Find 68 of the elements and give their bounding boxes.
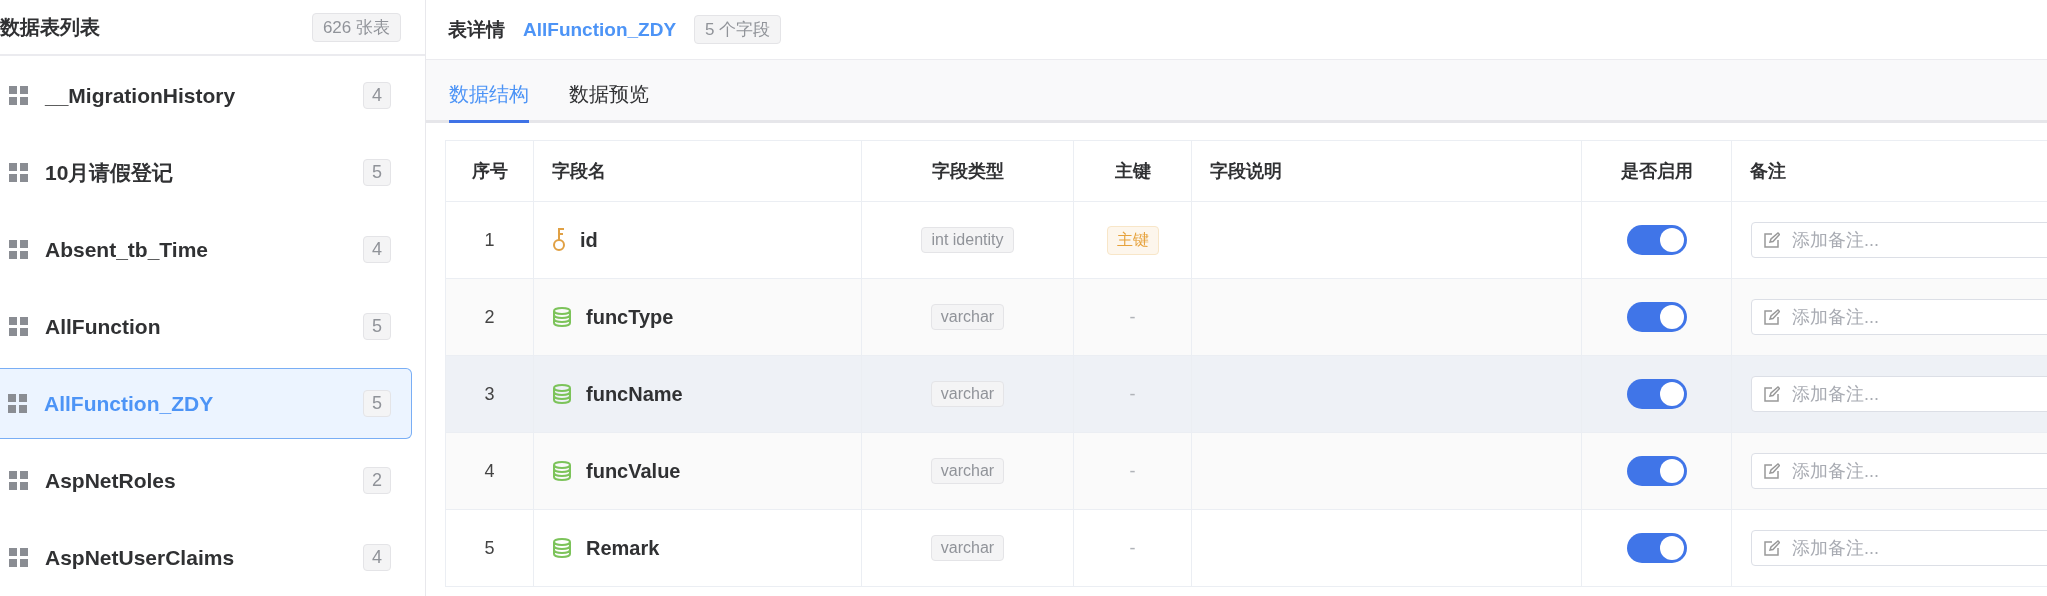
- type-tag: varchar: [930, 458, 1005, 484]
- toggle-switch[interactable]: [1626, 225, 1687, 255]
- column-header: 字段类型: [861, 140, 1074, 202]
- type-tag: varchar: [930, 304, 1005, 330]
- field-count: 4: [363, 544, 391, 571]
- database-icon: [552, 461, 572, 481]
- field-count: 4: [363, 82, 391, 109]
- table-cell: 1: [445, 201, 534, 279]
- field-count: 4: [363, 236, 391, 263]
- panel-title: 数据表列表: [0, 14, 100, 40]
- tab[interactable]: 数据预览: [569, 81, 649, 123]
- grid-icon: [9, 471, 28, 490]
- remark-field[interactable]: 添加备注...: [1751, 299, 2047, 335]
- table-list-item[interactable]: AllFunction 5: [0, 291, 412, 362]
- field-name: Remark: [586, 536, 660, 560]
- database-icon: [552, 538, 572, 558]
- field-name: funcName: [586, 382, 683, 406]
- toggle-switch[interactable]: [1626, 379, 1687, 409]
- table-cell: 3: [445, 355, 534, 433]
- table-list-item[interactable]: AspNetUserClaims 4: [0, 522, 412, 593]
- database-icon: [552, 384, 572, 404]
- database-icon: [552, 307, 572, 327]
- remark-field[interactable]: 添加备注...: [1751, 222, 2047, 258]
- column-header: 字段名: [533, 140, 862, 202]
- grid-icon: [8, 394, 27, 413]
- column-header: 备注: [1731, 140, 2047, 202]
- table-list-item[interactable]: Absent_tb_Time 4: [0, 214, 412, 285]
- field-name: id: [580, 228, 598, 252]
- grid-icon: [9, 86, 28, 105]
- remark-field[interactable]: 添加备注...: [1751, 453, 2047, 489]
- column-header: 主键: [1073, 140, 1192, 202]
- type-tag: varchar: [930, 535, 1005, 561]
- field-count: 5: [363, 313, 391, 340]
- column-header: 字段说明: [1191, 140, 1582, 202]
- remark-field[interactable]: 添加备注...: [1751, 530, 2047, 566]
- table-cell: -: [1129, 383, 1136, 404]
- field-count: 5: [363, 159, 391, 186]
- table-cell: 4: [445, 432, 534, 510]
- table-cell: -: [1129, 460, 1136, 481]
- toggle-switch[interactable]: [1626, 533, 1687, 563]
- table-cell: 2: [445, 278, 534, 356]
- toggle-switch[interactable]: [1626, 302, 1687, 332]
- field-name: funcType: [586, 305, 674, 329]
- table-name: AllFunction_ZDY: [523, 18, 677, 41]
- column-header: 是否启用: [1581, 140, 1732, 202]
- primary-key-tag: 主键: [1106, 225, 1159, 255]
- table-cell: 5: [445, 509, 534, 587]
- field-count: 5 个字段: [694, 15, 782, 44]
- type-tag: int identity: [921, 227, 1014, 253]
- detail-title: 表详情: [448, 17, 505, 42]
- column-header: 序号: [445, 140, 534, 202]
- table-cell: -: [1129, 306, 1136, 327]
- grid-icon: [9, 317, 28, 336]
- grid-icon: [9, 240, 28, 259]
- toggle-switch[interactable]: [1626, 456, 1687, 486]
- table-count: 626 张表: [311, 12, 401, 42]
- table-list-item[interactable]: 10月请假登记 5: [0, 137, 412, 208]
- remark-field[interactable]: 添加备注...: [1751, 376, 2047, 412]
- type-tag: varchar: [930, 381, 1005, 407]
- key-icon: [552, 228, 566, 252]
- table-list-item[interactable]: AspNetRoles 2: [0, 445, 412, 516]
- field-name: funcValue: [586, 459, 681, 483]
- grid-icon: [9, 163, 28, 182]
- grid-icon: [9, 548, 28, 567]
- table-list-item[interactable]: __MigrationHistory 4: [0, 60, 412, 131]
- field-count: 2: [363, 467, 391, 494]
- field-count: 5: [363, 390, 391, 417]
- table-cell: -: [1129, 537, 1136, 558]
